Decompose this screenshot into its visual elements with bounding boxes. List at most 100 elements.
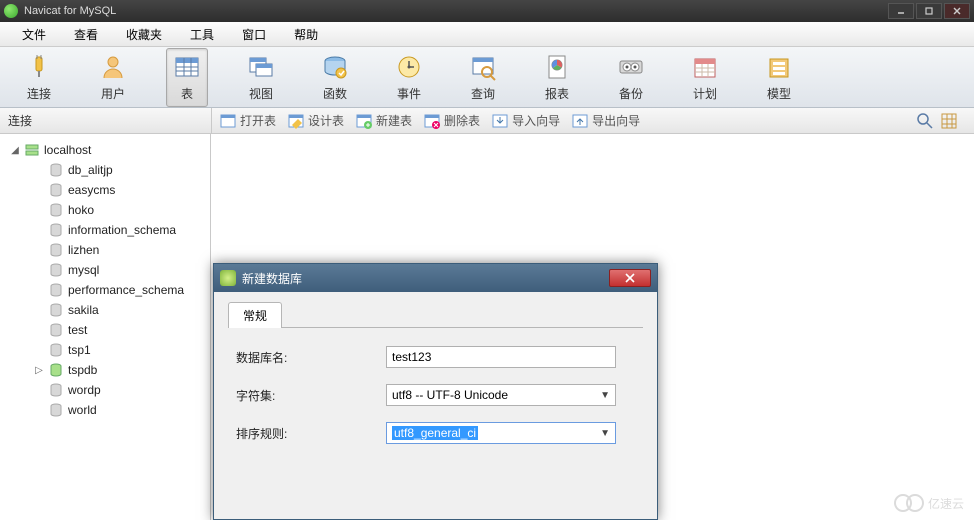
tree-db-item[interactable]: world: [4, 400, 206, 420]
tb-model[interactable]: 模型: [758, 48, 800, 107]
chevron-down-icon: ▼: [600, 428, 610, 439]
tree-db-label: mysql: [68, 263, 99, 277]
plug-icon: [25, 53, 53, 81]
tree-db-item[interactable]: ▷ tspdb: [4, 360, 206, 380]
watermark-logo: [900, 494, 924, 512]
tb-user[interactable]: 用户: [92, 48, 134, 107]
expand-icon[interactable]: ▷: [34, 365, 44, 376]
charset-value: utf8 -- UTF-8 Unicode: [392, 388, 508, 402]
tree-db-label: performance_schema: [68, 283, 184, 297]
database-icon: [48, 362, 64, 378]
sub-delete-table[interactable]: 删除表: [424, 112, 480, 129]
database-icon: [48, 162, 64, 178]
open-table-icon: [220, 113, 236, 129]
tb-function-label: 函数: [323, 85, 347, 102]
tb-schedule[interactable]: 计划: [684, 48, 726, 107]
menu-window[interactable]: 窗口: [228, 22, 280, 47]
watermark-text: 亿速云: [928, 495, 964, 512]
charset-label: 字符集:: [236, 387, 386, 404]
tb-event[interactable]: 事件: [388, 48, 430, 107]
sub-import-wizard[interactable]: 导入向导: [492, 112, 560, 129]
sub-design-table[interactable]: 设计表: [288, 112, 344, 129]
row-collation: 排序规则: utf8_general_ci▼: [236, 422, 635, 444]
database-icon: [48, 242, 64, 258]
tab-general[interactable]: 常规: [228, 302, 282, 328]
dialog-close-button[interactable]: [609, 269, 651, 287]
model-icon: [765, 53, 793, 81]
menu-view[interactable]: 查看: [60, 22, 112, 47]
menu-tools[interactable]: 工具: [176, 22, 228, 47]
database-icon: [48, 202, 64, 218]
tree-db-item[interactable]: easycms: [4, 180, 206, 200]
sub-new-table[interactable]: 新建表: [356, 112, 412, 129]
report-icon: [543, 53, 571, 81]
collation-select[interactable]: utf8_general_ci ▼: [386, 422, 616, 444]
tb-function[interactable]: 函数: [314, 48, 356, 107]
dialog-title: 新建数据库: [242, 270, 609, 287]
tree-db-label: information_schema: [68, 223, 176, 237]
tb-report[interactable]: 报表: [536, 48, 578, 107]
tree-db-item[interactable]: wordp: [4, 380, 206, 400]
design-table-icon: [288, 113, 304, 129]
tb-query[interactable]: 查询: [462, 48, 504, 107]
database-icon: [48, 282, 64, 298]
maximize-button[interactable]: [916, 3, 942, 19]
tree-db-label: lizhen: [68, 243, 99, 257]
menu-help[interactable]: 帮助: [280, 22, 332, 47]
tree-db-label: tspdb: [68, 363, 97, 377]
tb-table[interactable]: 表: [166, 48, 208, 107]
charset-select[interactable]: utf8 -- UTF-8 Unicode▼: [386, 384, 616, 406]
connection-bar: 连接 打开表 设计表 新建表 删除表 导入向导 导出向导: [0, 108, 974, 134]
tree-db-label: tsp1: [68, 343, 91, 357]
app-icon: [4, 4, 18, 18]
tb-model-label: 模型: [767, 85, 791, 102]
tree-db-label: test: [68, 323, 87, 337]
collation-value: utf8_general_ci: [392, 426, 478, 440]
tree-db-item[interactable]: performance_schema: [4, 280, 206, 300]
dialog-titlebar[interactable]: 新建数据库: [214, 264, 657, 292]
clock-icon: [395, 53, 423, 81]
tree-db-item[interactable]: hoko: [4, 200, 206, 220]
close-button[interactable]: [944, 3, 970, 19]
tree-db-item[interactable]: lizhen: [4, 240, 206, 260]
sub-export-wizard[interactable]: 导出向导: [572, 112, 640, 129]
tree-db-item[interactable]: test: [4, 320, 206, 340]
tb-connection[interactable]: 连接: [18, 48, 60, 107]
titlebar: Navicat for MySQL: [0, 0, 974, 22]
tree-db-item[interactable]: mysql: [4, 260, 206, 280]
user-icon: [99, 53, 127, 81]
grid-icon[interactable]: [940, 112, 958, 130]
row-charset: 字符集: utf8 -- UTF-8 Unicode▼: [236, 384, 635, 406]
tree-root[interactable]: ◢ localhost: [4, 140, 206, 160]
tb-connection-label: 连接: [27, 85, 51, 102]
new-table-icon: [356, 113, 372, 129]
server-icon: [24, 142, 40, 158]
tree-db-label: sakila: [68, 303, 99, 317]
tb-table-label: 表: [181, 85, 193, 102]
tree-root-label: localhost: [44, 143, 91, 157]
tree-db-label: db_alitjp: [68, 163, 113, 177]
connection-tree[interactable]: ◢ localhost db_alitjpeasycms hoko informat…: [0, 134, 211, 520]
tb-report-label: 报表: [545, 85, 569, 102]
tb-view[interactable]: 视图: [240, 48, 282, 107]
sub-open-table[interactable]: 打开表: [220, 112, 276, 129]
tree-db-item[interactable]: db_alitjp: [4, 160, 206, 180]
tree-db-item[interactable]: sakila: [4, 300, 206, 320]
backup-icon: [617, 53, 645, 81]
collapse-icon[interactable]: ◢: [10, 145, 20, 156]
database-icon: [48, 222, 64, 238]
menu-file[interactable]: 文件: [8, 22, 60, 47]
database-icon: [48, 322, 64, 338]
menu-favorites[interactable]: 收藏夹: [112, 22, 176, 47]
tb-schedule-label: 计划: [693, 85, 717, 102]
search-icon[interactable]: [916, 112, 934, 130]
tree-db-item[interactable]: tsp1: [4, 340, 206, 360]
tb-backup[interactable]: 备份: [610, 48, 652, 107]
dialog-form: 数据库名: 字符集: utf8 -- UTF-8 Unicode▼ 排序规则: …: [228, 328, 643, 478]
minimize-button[interactable]: [888, 3, 914, 19]
dbname-input[interactable]: [386, 346, 616, 368]
tb-user-label: 用户: [101, 85, 125, 102]
tree-db-item[interactable]: information_schema: [4, 220, 206, 240]
tree-db-label: hoko: [68, 203, 94, 217]
tb-event-label: 事件: [397, 85, 421, 102]
